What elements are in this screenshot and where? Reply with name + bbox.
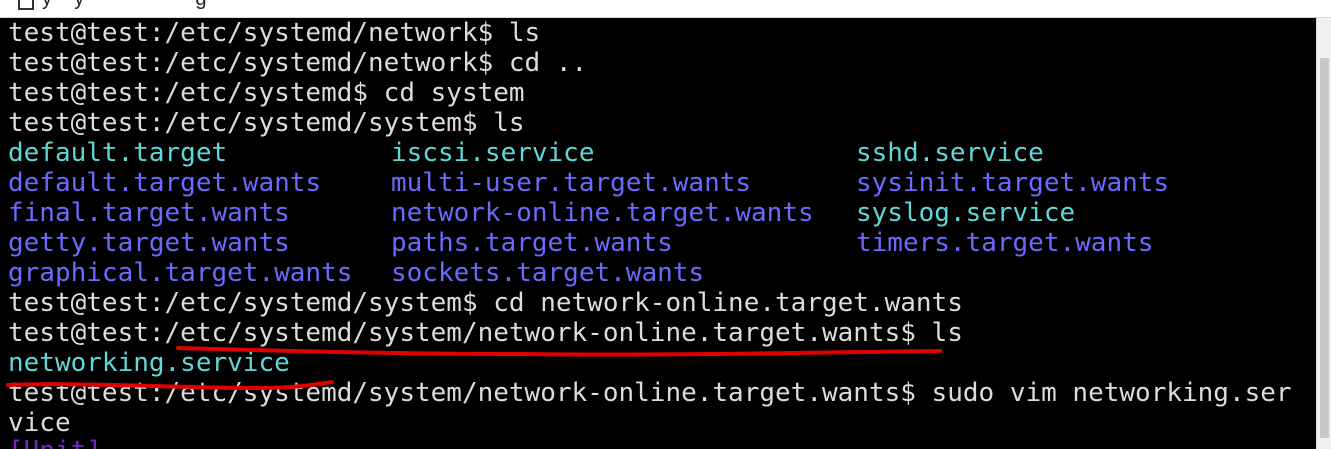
window-titlebar: y y g	[0, 0, 1331, 18]
terminal-line: test@test:/etc/systemd/network$ ls	[8, 18, 541, 48]
ls-entry: network-online.target.wants	[391, 198, 814, 228]
ls-entry: final.target.wants	[8, 198, 290, 228]
terminal-line: test@test:/etc/systemd/network$ cd ..	[8, 48, 588, 78]
ls-entry: sysinit.target.wants	[856, 168, 1170, 198]
ls-entry: sockets.target.wants	[391, 258, 705, 288]
vim-unit-header: [Unit]	[8, 436, 102, 449]
ls-entry: multi-user.target.wants	[391, 168, 752, 198]
terminal-line-wrap: vice	[8, 408, 71, 438]
terminal-line: test@test:/etc/systemd/system/network-on…	[8, 318, 963, 348]
ls-entry: timers.target.wants	[856, 228, 1154, 258]
ls-entry: getty.target.wants	[8, 228, 290, 258]
document-icon	[18, 0, 34, 10]
ls-entry: iscsi.service	[391, 138, 595, 168]
ls-entry: graphical.target.wants	[8, 258, 353, 288]
ls-entry: sshd.service	[856, 138, 1044, 168]
terminal-line: test@test:/etc/systemd/system/network-on…	[8, 378, 1292, 408]
terminal-line: test@test:/etc/systemd/system$ cd networ…	[8, 288, 963, 318]
ls-entry: default.target	[8, 138, 228, 168]
screenshot-root: y y g test@test:/etc/systemd/network$ ls…	[0, 0, 1331, 449]
networking-service-entry: networking.service	[8, 348, 290, 378]
ls-entry: syslog.service	[856, 198, 1076, 228]
vertical-scrollbar[interactable]	[1316, 18, 1331, 449]
ls-entry: default.target.wants	[8, 168, 322, 198]
terminal-line: test@test:/etc/systemd$ cd system	[8, 78, 525, 108]
terminal-output[interactable]: test@test:/etc/systemd/network$ ls test@…	[0, 18, 1316, 449]
scrollbar-thumb[interactable]	[1320, 58, 1329, 438]
ls-entry: paths.target.wants	[391, 228, 673, 258]
window-title: y y g	[42, 0, 206, 11]
terminal-line: test@test:/etc/systemd/system$ ls	[8, 108, 525, 138]
